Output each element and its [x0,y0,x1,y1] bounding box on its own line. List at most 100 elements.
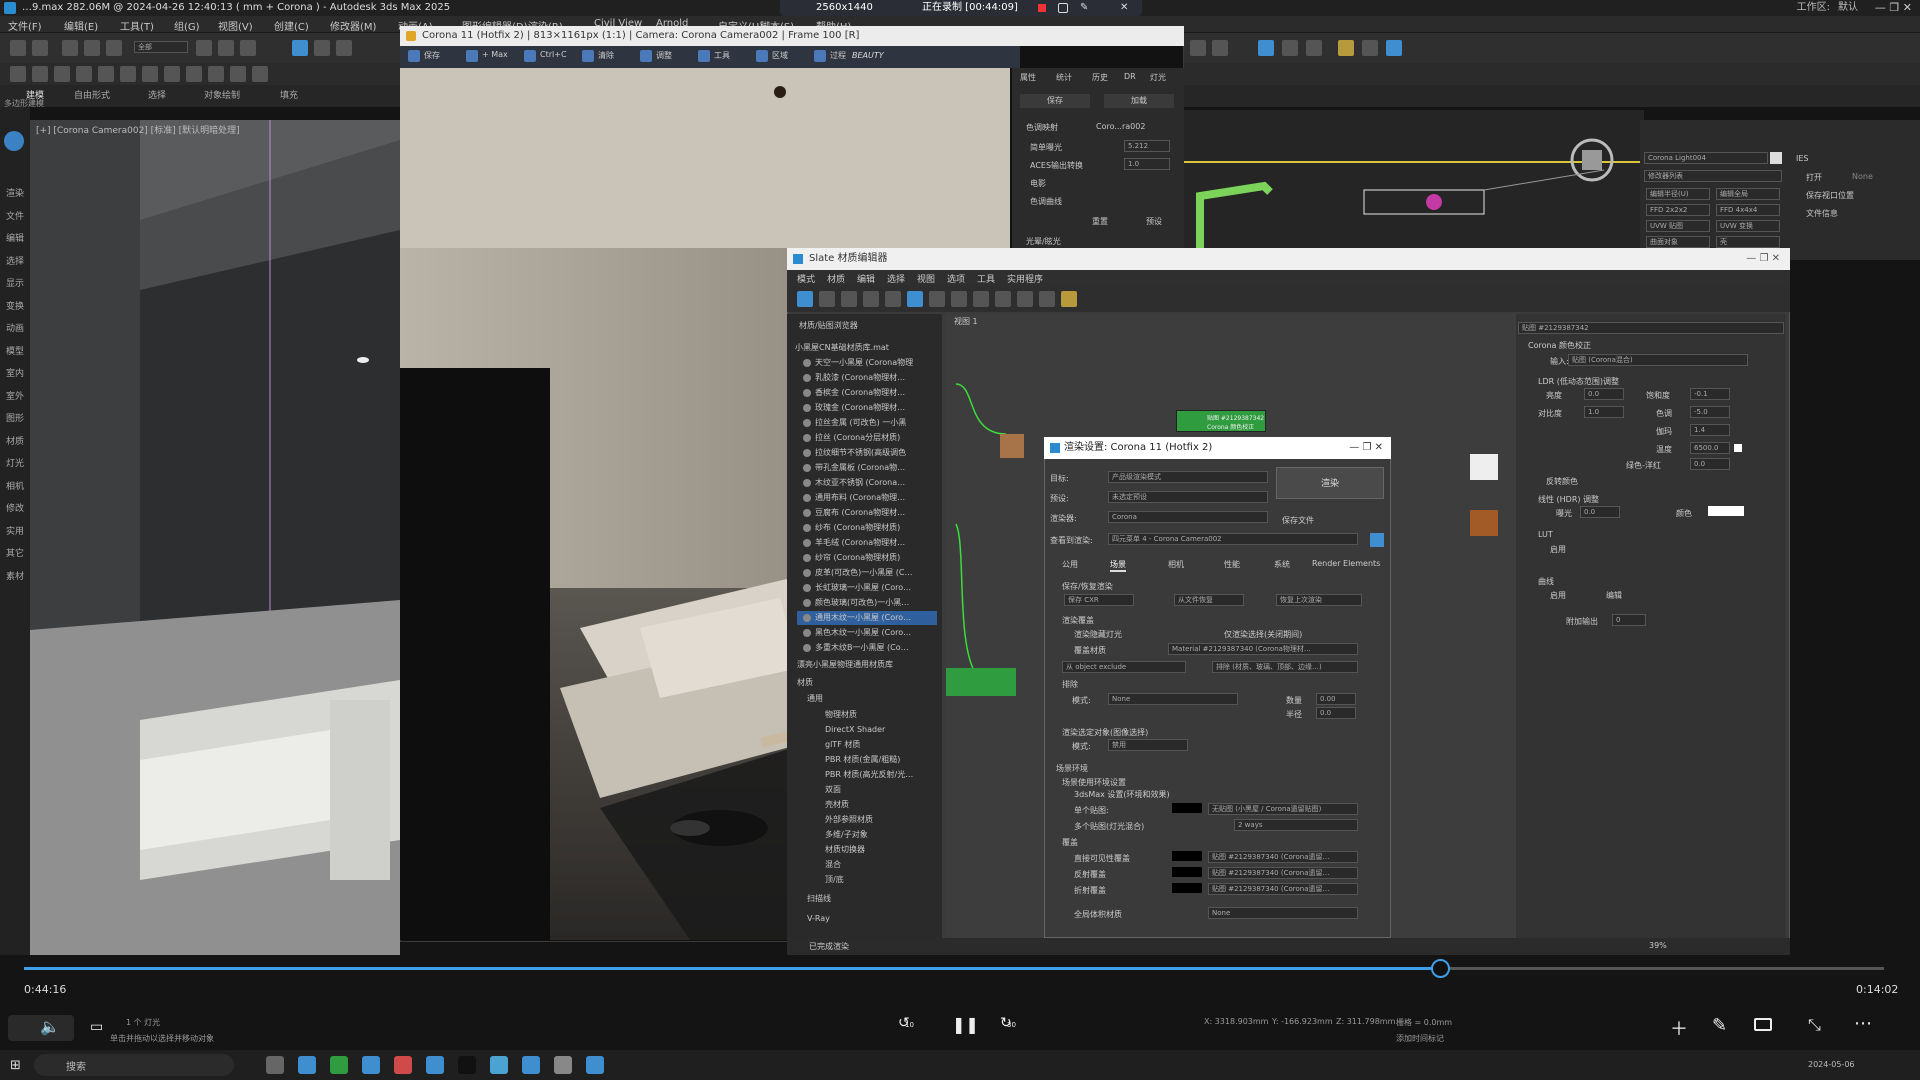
render-tool-icon[interactable] [698,50,710,62]
add-time-tag[interactable]: 添加时间标记 [1396,1033,1444,1044]
menu-edit[interactable]: 编辑(E) [64,18,98,33]
reset-button[interactable]: 重置 [1092,216,1108,227]
slate-window-controls[interactable]: — ❐ ✕ [1746,248,1780,270]
invert-checkbox[interactable]: 反转颜色 [1546,476,1578,487]
slate-tool-icon[interactable] [863,291,879,307]
left-panel-item[interactable]: 模型 [6,344,24,357]
render-tool-label[interactable]: 调整 [656,50,672,61]
modifier-button[interactable]: FFD 2x2x2 [1646,204,1710,216]
pen-annotate-icon[interactable]: ✎ [1712,1015,1727,1036]
general-material-item[interactable]: 材质切换器 [825,843,937,857]
save-button[interactable]: 保存 [1020,94,1090,108]
multi-map-radio[interactable]: 多个贴图(灯光混合) [1074,821,1144,832]
left-panel-item[interactable]: 变换 [6,299,24,312]
hue-spinner[interactable]: -5.0 [1690,406,1730,418]
render-button[interactable]: 渲染 [1276,467,1384,499]
output-node-white[interactable] [1470,454,1498,480]
add-icon[interactable]: ＋ [1670,1015,1688,1041]
taskbar-app-icon[interactable] [330,1056,348,1074]
render-tab[interactable]: 性能 [1224,559,1240,570]
lut-enable-checkbox[interactable]: 启用 [1550,544,1566,555]
object-color-swatch[interactable] [1770,152,1782,164]
slate-tool-icon[interactable] [995,291,1011,307]
render-selected-only-checkbox[interactable]: 仅渲染选择(关闭期间) [1224,629,1302,640]
modifier-button[interactable]: UVW 贴图 [1646,220,1710,232]
general-material-item[interactable]: 外部参照材质 [825,813,937,827]
ribbon-tab-object-paint[interactable]: 对象绘制 [204,88,240,101]
render-tab[interactable]: 系统 [1274,559,1290,570]
exit-fullscreen-icon[interactable]: ⤡ [1808,1015,1821,1035]
map-node[interactable] [946,668,1016,696]
render-tab[interactable]: 相机 [1168,559,1184,570]
modifier-button[interactable]: 编辑全局 [1716,188,1780,200]
command-panel-tabs[interactable] [1646,120,1766,138]
temperature-spinner[interactable]: 6500.0 [1690,442,1730,454]
left-panel-item[interactable]: 实用 [6,524,24,537]
restore-last-button[interactable]: 恢复上次渲染 [1276,594,1362,606]
undo-icon[interactable] [10,40,26,56]
exclude-list-button[interactable]: 排除 (材质、玻璃、顶部、边缘…) [1212,661,1358,673]
preset-button[interactable]: 预设 [1146,216,1162,227]
tool-l-icon[interactable] [252,66,268,82]
slate-tool-icon[interactable] [973,291,989,307]
general-material-item[interactable]: 双面 [825,783,937,797]
coord-z[interactable]: Z: 311.798mm [1336,1017,1395,1026]
tab-properties[interactable]: 属性 [1020,72,1036,83]
material-item-label[interactable]: 羊毛绒 (Corona物理材… [815,536,935,550]
file-info-label[interactable]: 文件信息 [1806,208,1838,219]
tool-h-icon[interactable] [164,66,180,82]
ways-button[interactable]: 2 ways [1234,819,1358,831]
tab-history[interactable]: 历史 [1092,72,1108,83]
left-panel-item[interactable]: 动画 [6,321,24,334]
material-item-label[interactable]: 乳胶漆 (Corona物理材… [815,371,935,385]
preset-dropdown[interactable]: 未选定预设 [1108,491,1268,503]
scene-env-section[interactable]: 场景环境 [1056,763,1088,774]
aces-checkbox[interactable]: ACES输出转换 [1030,160,1083,171]
left-panel-item[interactable]: 文件 [6,209,24,222]
override-swatch[interactable] [1172,851,1202,861]
tool-d-icon[interactable] [76,66,92,82]
viewport-label[interactable]: [+] [Corona Camera002] [标准] [默认明暗处理] [36,123,240,136]
rotate-icon[interactable] [314,40,330,56]
scale-icon[interactable] [336,40,352,56]
tab-stats[interactable]: 统计 [1056,72,1072,83]
curves-enable-checkbox[interactable]: 启用 [1550,590,1566,601]
left-panel-item[interactable]: 选择 [6,254,24,267]
left-panel-item[interactable]: 其它 [6,546,24,559]
render-tool-icon[interactable] [640,50,652,62]
material-item-label[interactable]: 多重木纹B一小黑屋 (Co… [815,641,935,655]
modifier-button[interactable]: 曲面对象 [1646,236,1710,248]
taskbar-search-box[interactable] [34,1054,234,1076]
ies-file[interactable]: None [1852,172,1873,181]
modifier-button[interactable]: 编辑半径(U) [1646,188,1710,200]
override-map-button[interactable]: 贴图 #2129387340 (Corona遗留… [1208,867,1358,879]
menu-create[interactable]: 创建(C) [274,18,309,33]
slate-menu-item[interactable]: 工具 [977,272,995,285]
single-map-radio[interactable]: 单个贴图: [1074,805,1109,816]
tint-spinner[interactable]: 0.0 [1690,458,1730,470]
slate-tool-icon[interactable] [1061,291,1077,307]
exposure-checkbox[interactable]: 简单曝光 [1030,142,1062,153]
windows-start-icon[interactable]: ⊞ [10,1058,21,1073]
slate-menu-item[interactable]: 实用程序 [1007,272,1043,285]
left-panel-item[interactable]: 相机 [6,479,24,492]
tool-k-icon[interactable] [230,66,246,82]
left-panel-item[interactable]: 素材 [6,569,24,582]
material-item-label[interactable]: 豆腐布 (Corona物理材… [815,506,935,520]
camera-viewport[interactable] [30,120,400,955]
taskbar-app-icon[interactable] [586,1056,604,1074]
materials-header[interactable]: 材质 [797,676,937,690]
slate-menu-item[interactable]: 选择 [887,272,905,285]
slate-menu-item[interactable]: 模式 [797,272,815,285]
add-output-spinner[interactable]: 0 [1612,614,1646,626]
browser-header[interactable]: 材质/贴图浏览器 [799,320,858,331]
material-item-label[interactable]: 纱帘 (Corona物理材质) [815,551,935,565]
left-panel-item[interactable]: 修改 [6,501,24,514]
lock-view-icon[interactable] [1370,533,1384,547]
material-item-label[interactable]: 带孔金属板 (Corona物… [815,461,935,475]
link-icon[interactable] [62,40,78,56]
corona-icon[interactable] [1386,40,1402,56]
tool-f-icon[interactable] [120,66,136,82]
slate-tool-icon[interactable] [797,291,813,307]
render-setup-icon[interactable] [1306,40,1322,56]
